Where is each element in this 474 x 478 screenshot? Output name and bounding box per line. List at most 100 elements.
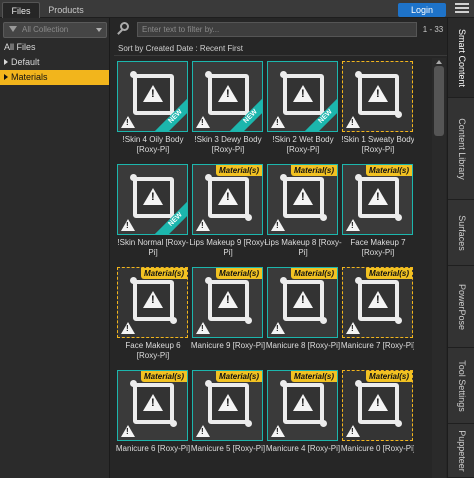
warning-icon xyxy=(218,394,238,411)
tree-item-all-files[interactable]: All Files xyxy=(0,40,109,55)
warning-icon xyxy=(271,116,285,128)
warning-icon xyxy=(143,188,163,205)
content-item[interactable]: Material(s) Manicure 0 [Roxy-Pi] xyxy=(339,367,414,470)
materials-badge: Material(s) xyxy=(215,165,262,176)
materials-badge: Material(s) xyxy=(365,268,412,279)
content-item[interactable]: Material(s) Lips Makeup 8 [Roxy-Pi] xyxy=(264,161,342,264)
item-thumbnail[interactable]: Material(s) xyxy=(192,164,263,235)
item-label: Manicure 6 [Roxy-Pi] xyxy=(115,444,191,453)
content-item[interactable]: NEW !Skin 3 Dewy Body [Roxy-Pi] xyxy=(189,58,264,161)
side-tab-powerpose[interactable]: PowerPose xyxy=(448,266,474,348)
item-thumbnail[interactable]: Material(s) xyxy=(267,267,338,338)
side-tab-label: PowerPose xyxy=(456,283,467,330)
content-item[interactable]: Material(s) Manicure 8 [Roxy-Pi] xyxy=(264,264,341,367)
item-thumbnail[interactable]: NEW xyxy=(117,164,188,235)
item-label: !Skin 2 Wet Body [Roxy-Pi] xyxy=(272,135,334,154)
search-icon[interactable] xyxy=(116,21,132,37)
content-item[interactable]: Material(s) Face Makeup 7 [Roxy-Pi] xyxy=(339,161,414,264)
tree-item-default[interactable]: Default xyxy=(0,55,109,70)
materials-badge: Material(s) xyxy=(215,268,262,279)
item-thumbnail[interactable]: Material(s) xyxy=(267,164,338,235)
warning-icon xyxy=(218,85,238,102)
content-item[interactable]: Material(s) Lips Makeup 9 [Roxy-Pi] xyxy=(189,161,267,264)
item-thumbnail[interactable]: Material(s) xyxy=(267,370,338,441)
collection-dropdown[interactable]: All Collection xyxy=(3,22,107,38)
item-label: Face Makeup 7 [Roxy-Pi] xyxy=(350,238,406,257)
item-label: !Skin 3 Dewy Body [Roxy-Pi] xyxy=(194,135,262,154)
side-tab-tool-settings[interactable]: Tool Settings xyxy=(448,348,474,424)
item-thumbnail[interactable]: Material(s) xyxy=(192,370,263,441)
content-item[interactable]: NEW !Skin Normal [Roxy-Pi] xyxy=(114,161,189,264)
side-tab-label: Content Library xyxy=(456,117,467,180)
warning-icon xyxy=(368,394,388,411)
tree-item-label: All Files xyxy=(4,42,36,52)
content-item[interactable]: NEW !Skin 2 Wet Body [Roxy-Pi] xyxy=(264,58,339,161)
item-thumbnail[interactable]: NEW xyxy=(192,61,263,132)
expand-arrow-icon[interactable] xyxy=(4,74,8,80)
side-tab-puppeteer[interactable]: Puppeteer xyxy=(448,424,474,478)
warning-icon xyxy=(196,322,210,334)
side-tab-content-library[interactable]: Content Library xyxy=(448,98,474,200)
filter-input[interactable]: Enter text to filter by... xyxy=(137,22,417,37)
content-item[interactable]: Material(s) Face Makeup 6 [Roxy-Pi] xyxy=(114,264,189,367)
content-item[interactable]: NEW !Skin 4 Oily Body [Roxy-Pi] xyxy=(114,58,189,161)
content-item[interactable]: Material(s) Manicure 5 [Roxy-Pi] xyxy=(189,367,266,470)
content-item[interactable]: Material(s) Manicure 7 [Roxy-Pi] xyxy=(339,264,414,367)
materials-badge: Material(s) xyxy=(290,268,337,279)
item-label: !Skin Normal [Roxy-Pi] xyxy=(117,238,189,257)
content-item[interactable]: !Skin 1 Sweaty Body [Roxy-Pi] xyxy=(339,58,414,161)
login-button[interactable]: Login xyxy=(398,3,446,17)
item-thumbnail[interactable]: Material(s) xyxy=(342,267,413,338)
warning-icon xyxy=(143,85,163,102)
warning-icon xyxy=(218,291,238,308)
item-label: Manicure 8 [Roxy-Pi] xyxy=(265,341,341,350)
materials-badge: Material(s) xyxy=(290,371,337,382)
warning-icon xyxy=(121,425,135,437)
content-item[interactable]: Material(s) Manicure 9 [Roxy-Pi] xyxy=(189,264,265,367)
tree-item-materials[interactable]: Materials xyxy=(0,70,109,85)
warning-icon xyxy=(121,116,135,128)
scroll-thumb[interactable] xyxy=(434,66,444,136)
top-bar: Files Products Login xyxy=(0,0,474,18)
filter-funnel-icon xyxy=(9,26,17,32)
warning-icon xyxy=(196,219,210,231)
sort-dropdown[interactable]: Sort by Created Date : Recent First xyxy=(114,42,447,56)
materials-badge: Material(s) xyxy=(140,371,187,382)
tree-item-label: Default xyxy=(11,57,40,67)
content-item[interactable]: Material(s) Manicure 6 [Roxy-Pi] xyxy=(114,367,191,470)
warning-icon xyxy=(368,85,388,102)
item-thumbnail[interactable]: Material(s) xyxy=(117,267,188,338)
item-label: Lips Makeup 9 [Roxy-Pi] xyxy=(189,238,267,257)
item-label: !Skin 1 Sweaty Body [Roxy-Pi] xyxy=(341,135,414,154)
warning-icon xyxy=(271,322,285,334)
warning-icon xyxy=(271,425,285,437)
item-thumbnail[interactable]: Material(s) xyxy=(342,370,413,441)
warning-icon xyxy=(293,85,313,102)
warning-icon xyxy=(346,219,360,231)
side-tab-label: Puppeteer xyxy=(456,429,467,472)
item-label: Lips Makeup 8 [Roxy-Pi] xyxy=(264,238,342,257)
side-tab-surfaces[interactable]: Surfaces xyxy=(448,200,474,266)
vertical-scrollbar[interactable] xyxy=(432,58,446,478)
item-label: Manicure 4 [Roxy-Pi] xyxy=(265,444,341,453)
side-tab-label: Smart Content xyxy=(456,28,467,87)
item-thumbnail[interactable] xyxy=(342,61,413,132)
item-thumbnail[interactable]: Material(s) xyxy=(342,164,413,235)
menu-icon[interactable] xyxy=(455,3,469,15)
warning-icon xyxy=(143,291,163,308)
tab-products[interactable]: Products xyxy=(42,2,90,18)
scroll-up-icon[interactable] xyxy=(436,60,442,64)
item-thumbnail[interactable]: NEW xyxy=(117,61,188,132)
item-thumbnail[interactable]: Material(s) xyxy=(192,267,263,338)
tab-files[interactable]: Files xyxy=(2,2,40,18)
warning-icon xyxy=(293,188,313,205)
expand-arrow-icon[interactable] xyxy=(4,59,8,65)
item-thumbnail[interactable]: NEW xyxy=(267,61,338,132)
item-thumbnail[interactable]: Material(s) xyxy=(117,370,188,441)
warning-icon xyxy=(196,425,210,437)
warning-icon xyxy=(368,291,388,308)
item-label: Manicure 5 [Roxy-Pi] xyxy=(190,444,266,453)
side-tab-smart-content[interactable]: Smart Content xyxy=(448,18,474,98)
content-item[interactable]: Material(s) Manicure 4 [Roxy-Pi] xyxy=(264,367,341,470)
item-label: !Skin 4 Oily Body [Roxy-Pi] xyxy=(122,135,184,154)
